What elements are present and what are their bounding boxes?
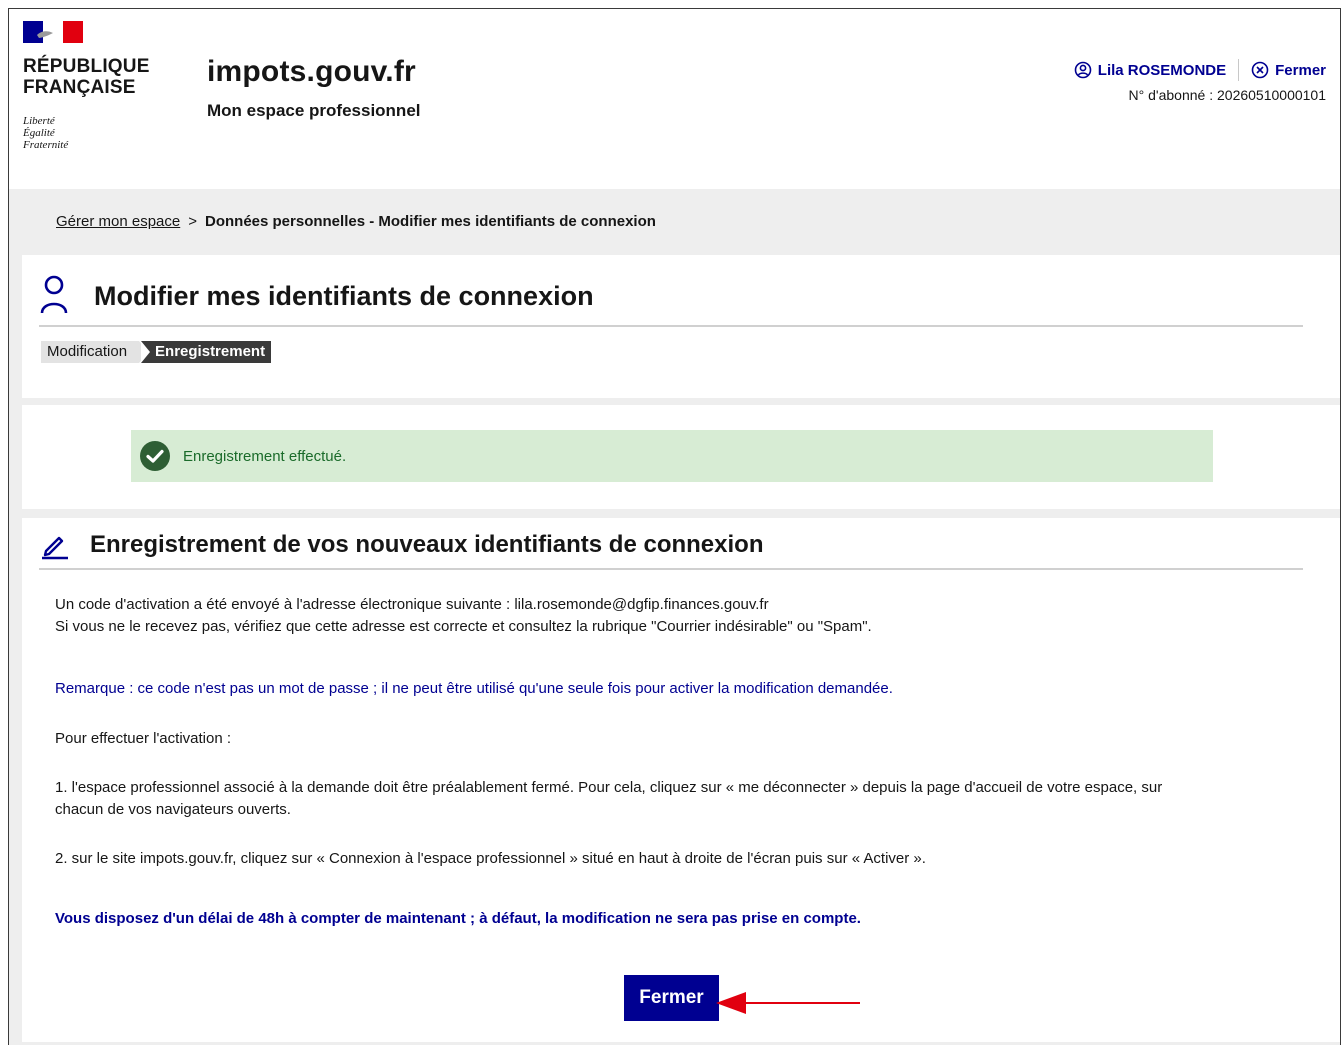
section-divider <box>39 568 1303 570</box>
republique-francaise-title: RÉPUBLIQUE FRANÇAISE <box>23 56 150 98</box>
user-name-link[interactable]: Lila ROSEMONDE <box>1098 62 1226 79</box>
activation-intro: Pour effectuer l'activation : <box>55 730 232 747</box>
details-card: Enregistrement de vos nouveaux identifia… <box>22 518 1340 1042</box>
step2-text: 2. sur le site impots.gouv.fr, cliquez s… <box>55 850 926 867</box>
divider <box>1238 59 1240 81</box>
site-subtitle: Mon espace professionnel <box>207 101 421 120</box>
user-account-icon <box>1074 61 1092 79</box>
breadcrumb-separator: > <box>188 213 197 230</box>
user-icon <box>40 275 68 314</box>
motto: Liberté Égalité Fraternité <box>23 115 69 151</box>
remark-text: Remarque : ce code n'est pas un mot de p… <box>55 680 893 697</box>
page-frame: RÉPUBLIQUE FRANÇAISE Liberté Égalité Fra… <box>8 8 1341 1045</box>
activation-sent-text: Un code d'activation a été envoyé à l'ad… <box>55 596 769 613</box>
step1-line2: chacun de vos navigateurs ouverts. <box>55 801 291 818</box>
pencil-icon <box>42 536 68 560</box>
spam-hint-text: Si vous ne le recevez pas, vérifiez que … <box>55 618 872 635</box>
user-area: Lila ROSEMONDE Fermer N° d'abonné : 2026… <box>1074 59 1326 103</box>
success-alert: Enregistrement effectué. <box>131 430 1213 482</box>
success-message: Enregistrement effectué. <box>183 447 347 465</box>
section-title: Enregistrement de vos nouveaux identifia… <box>90 531 764 558</box>
deadline-text: Vous disposez d'un délai de 48h à compte… <box>55 910 861 927</box>
step-enregistrement: Enregistrement <box>141 341 272 363</box>
breadcrumb-current: Données personnelles - Modifier mes iden… <box>205 213 656 230</box>
close-circle-icon <box>1251 61 1269 79</box>
close-button[interactable]: Fermer <box>624 975 719 1021</box>
title-card: Modifier mes identifiants de connexion M… <box>22 255 1340 398</box>
breadcrumb-link-gerer[interactable]: Gérer mon espace <box>56 213 180 230</box>
site-name[interactable]: impots.gouv.fr <box>207 55 416 89</box>
step1-line1: 1. l'espace professionnel associé à la d… <box>55 779 1163 796</box>
step-modification: Modification <box>41 341 150 363</box>
stepper: Modification Enregistrement <box>41 341 272 363</box>
red-arrow-annotation <box>716 992 860 1014</box>
marianne-logo <box>23 21 83 43</box>
site-header: RÉPUBLIQUE FRANÇAISE Liberté Égalité Fra… <box>9 9 1340 189</box>
header-close-link[interactable]: Fermer <box>1275 62 1326 79</box>
subscriber-number: N° d'abonné : 20260510000101 <box>1128 87 1326 103</box>
breadcrumb: Gérer mon espace > Données personnelles - … <box>56 213 656 230</box>
page-title: Modifier mes identifiants de connexion <box>94 280 594 311</box>
alert-card: Enregistrement effectué. <box>22 405 1340 509</box>
title-divider <box>39 325 1303 327</box>
check-circle-icon <box>140 441 170 471</box>
